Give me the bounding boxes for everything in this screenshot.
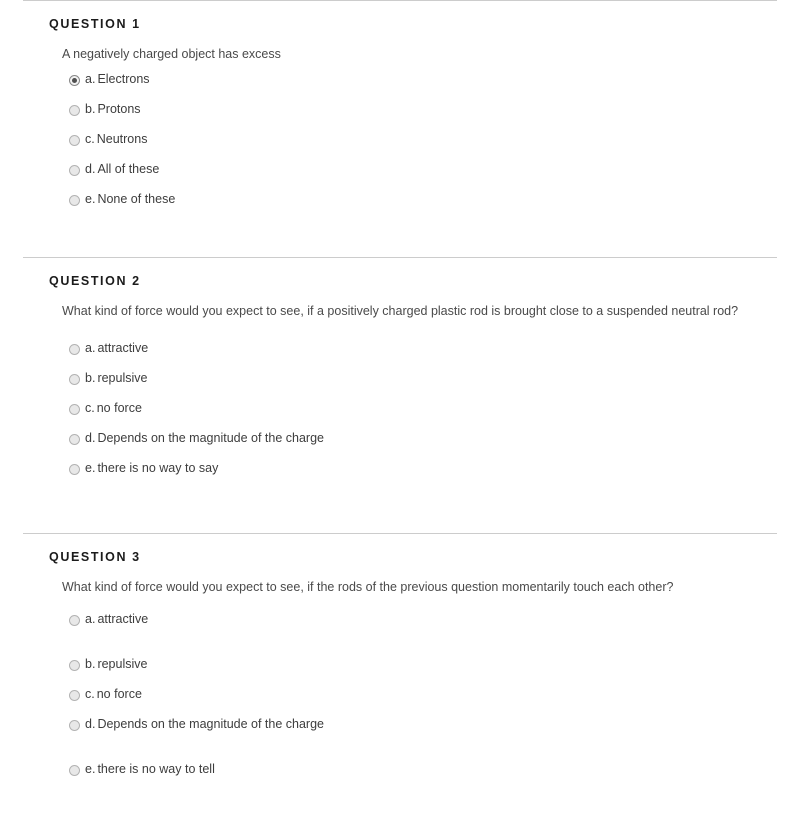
option-label: e. None of these [85,192,175,207]
option-letter: e. [85,461,96,475]
option-label: a. attractive [85,612,148,627]
question-2-header: QUESTION 2 [49,274,141,288]
question-1-header: QUESTION 1 [49,17,141,31]
option-letter: d. [85,431,96,445]
option-text: Protons [97,102,141,116]
option-row[interactable]: b. repulsive [0,657,785,687]
option-row[interactable]: a. attractive [0,612,785,657]
question-block-2: QUESTION 2 What kind of force would you … [0,258,785,533]
option-text: attractive [97,612,149,626]
option-letter: c. [85,687,95,701]
question-2-options: a. attractive b. repulsive c. no force d. De… [0,320,785,491]
option-label: b. repulsive [85,371,147,386]
option-text: no force [96,401,142,415]
question-3-header: QUESTION 3 [49,550,141,564]
option-letter: d. [85,717,96,731]
option-row[interactable]: d. All of these [0,162,785,192]
option-letter: a. [85,612,96,626]
quiz-container: QUESTION 1 A negatively charged object h… [0,0,785,802]
radio-button-icon[interactable] [69,75,80,86]
option-letter: d. [85,162,96,176]
option-row[interactable]: c. no force [0,401,785,431]
option-text: All of these [97,162,160,176]
option-row[interactable]: b. Protons [0,102,785,132]
option-row[interactable]: c. no force [0,687,785,717]
radio-button-icon[interactable] [69,344,80,355]
question-1-options: a. Electrons b. Protons c. Neutrons d. All o… [0,63,785,222]
radio-button-icon[interactable] [69,165,80,176]
radio-button-icon[interactable] [69,765,80,776]
option-row[interactable]: e. there is no way to tell [0,762,785,792]
option-text: attractive [97,341,149,355]
option-letter: e. [85,192,96,206]
option-letter: b. [85,371,96,385]
question-block-1: QUESTION 1 A negatively charged object h… [0,1,785,257]
option-label: c. no force [85,401,142,416]
option-row[interactable]: b. repulsive [0,371,785,401]
option-row[interactable]: c. Neutrons [0,132,785,162]
option-label: a. Electrons [85,72,150,87]
option-row[interactable]: d. Depends on the magnitude of the charge [0,717,785,762]
radio-button-icon[interactable] [69,720,80,731]
option-label: a. attractive [85,341,148,356]
radio-button-icon[interactable] [69,195,80,206]
option-text: Electrons [97,72,150,86]
option-row[interactable]: e. None of these [0,192,785,222]
radio-button-icon[interactable] [69,404,80,415]
radio-button-icon[interactable] [69,434,80,445]
option-letter: c. [85,401,95,415]
option-label: b. repulsive [85,657,147,672]
question-3-text: What kind of force would you expect to s… [62,580,674,594]
option-label: d. All of these [85,162,159,177]
radio-button-icon[interactable] [69,135,80,146]
option-text: there is no way to say [97,461,219,475]
question-1-text: A negatively charged object has excess [62,47,281,61]
option-text: Depends on the magnitude of the charge [97,717,324,731]
radio-button-icon[interactable] [69,105,80,116]
option-text: repulsive [97,657,148,671]
option-text: Neutrons [96,132,148,146]
option-letter: b. [85,102,96,116]
option-label: e. there is no way to tell [85,762,215,777]
option-label: c. Neutrons [85,132,147,147]
option-label: b. Protons [85,102,141,117]
option-text: repulsive [97,371,148,385]
option-row[interactable]: d. Depends on the magnitude of the charge [0,431,785,461]
option-letter: b. [85,657,96,671]
option-letter: e. [85,762,96,776]
radio-button-icon[interactable] [69,660,80,671]
option-row[interactable]: a. Electrons [0,72,785,102]
question-3-options: a. attractive b. repulsive c. no force d. De… [0,596,785,792]
question-2-text: What kind of force would you expect to s… [62,304,739,318]
option-row[interactable]: a. attractive [0,341,785,371]
option-label: d. Depends on the magnitude of the charge [85,717,324,732]
option-text: there is no way to tell [97,762,215,776]
option-letter: c. [85,132,95,146]
option-text: None of these [97,192,176,206]
option-label: e. there is no way to say [85,461,218,476]
option-row[interactable]: e. there is no way to say [0,461,785,491]
radio-button-icon[interactable] [69,690,80,701]
option-label: d. Depends on the magnitude of the charge [85,431,324,446]
option-letter: a. [85,72,96,86]
radio-button-icon[interactable] [69,374,80,385]
radio-button-icon[interactable] [69,615,80,626]
radio-button-icon[interactable] [69,464,80,475]
option-label: c. no force [85,687,142,702]
option-text: Depends on the magnitude of the charge [97,431,324,445]
option-letter: a. [85,341,96,355]
question-block-3: QUESTION 3 What kind of force would you … [0,534,785,802]
option-text: no force [96,687,142,701]
